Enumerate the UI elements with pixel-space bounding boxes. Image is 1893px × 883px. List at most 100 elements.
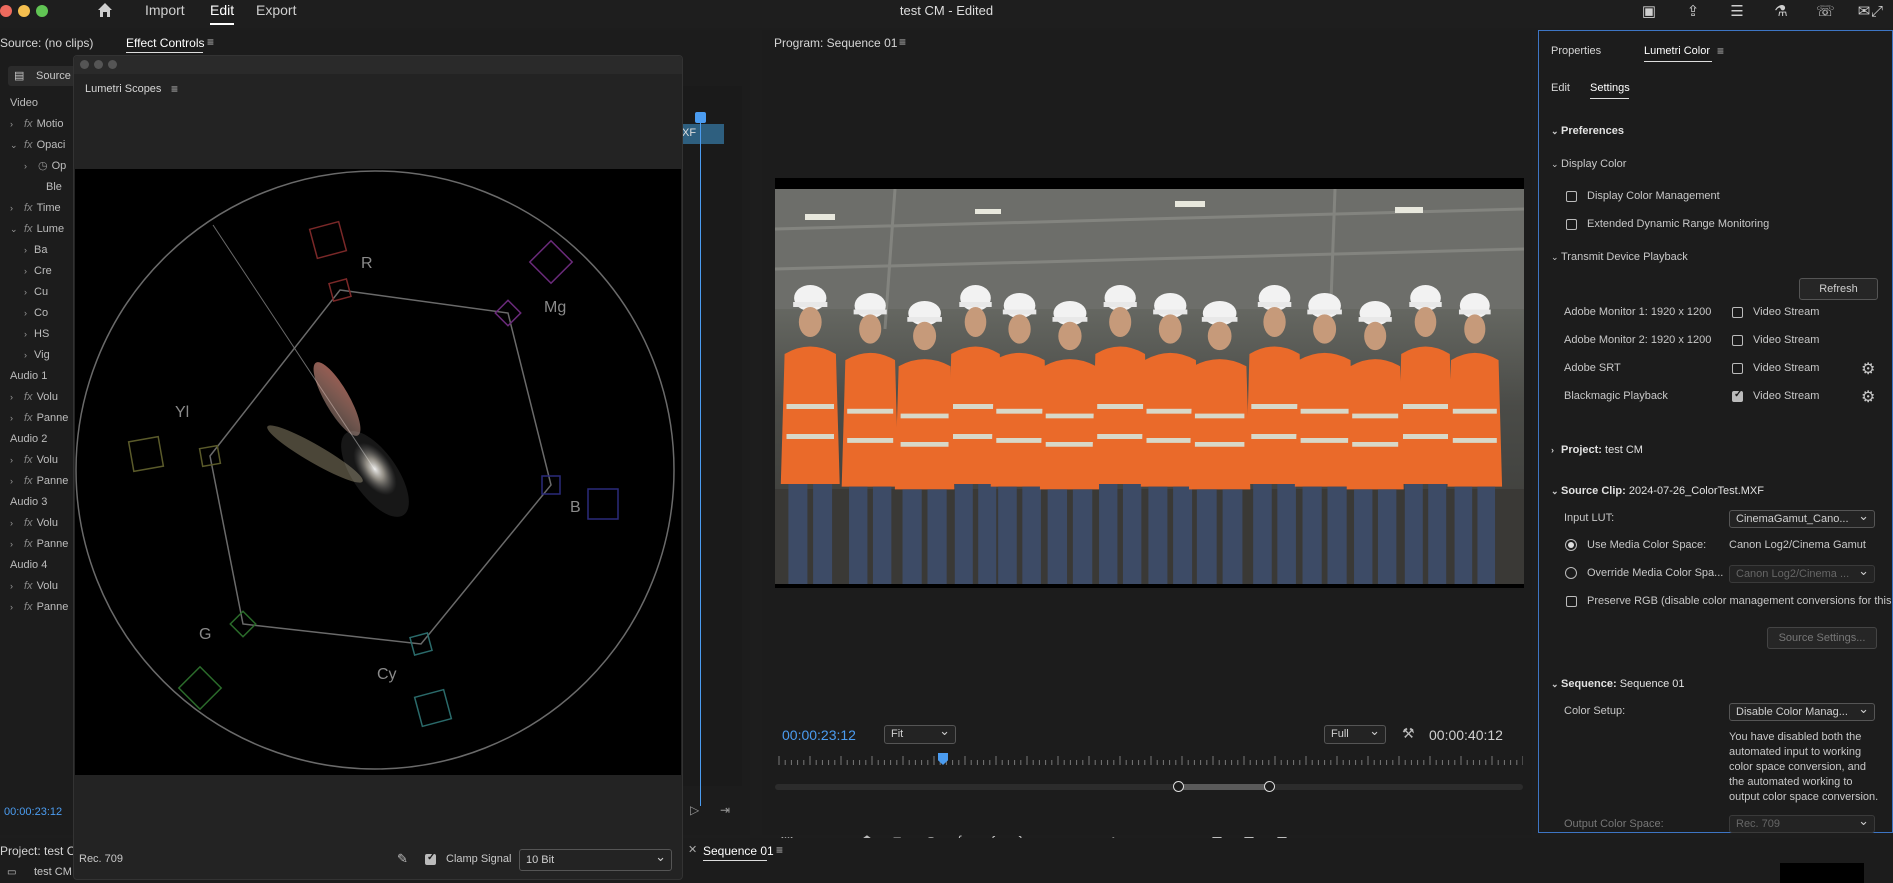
tab-effect-controls[interactable]: Effect Controls bbox=[126, 36, 204, 50]
wrench-icon[interactable]: ✎ bbox=[397, 851, 408, 867]
effect-row[interactable]: › HS bbox=[0, 324, 49, 344]
override-cs-select[interactable]: Canon Log2/Cinema ... bbox=[1729, 565, 1875, 583]
workspace-import[interactable]: Import bbox=[145, 2, 185, 18]
clamp-signal-checkbox[interactable] bbox=[425, 852, 436, 865]
chevron-right-icon[interactable]: › bbox=[24, 303, 34, 323]
chevron-right-icon[interactable]: › bbox=[24, 240, 34, 260]
ec-export-icon[interactable]: ⇥ bbox=[720, 803, 730, 817]
scopes-minimize-button[interactable] bbox=[94, 60, 103, 69]
use-media-cs-radio[interactable] bbox=[1565, 539, 1577, 551]
effect-row[interactable]: › fx Volu bbox=[0, 513, 58, 533]
scopes-title[interactable]: Lumetri Scopes bbox=[85, 83, 161, 95]
chevron-right-icon[interactable]: › bbox=[10, 450, 20, 470]
chevron-right-icon[interactable]: › bbox=[10, 534, 20, 554]
fullscreen-icon[interactable]: ⤢ bbox=[1868, 3, 1886, 21]
ec-playhead-handle[interactable] bbox=[695, 112, 706, 123]
effect-row[interactable]: Audio 4 bbox=[0, 555, 47, 575]
chevron-right-icon[interactable]: › bbox=[10, 576, 20, 596]
effect-row[interactable]: Audio 2 bbox=[0, 429, 47, 449]
chevron-right-icon[interactable]: › bbox=[10, 513, 20, 533]
section-source-clip[interactable]: ⌄ Source Clip: 2024-07-26_ColorTest.MXF bbox=[1551, 485, 1764, 497]
effect-row[interactable]: › Cu bbox=[0, 282, 48, 302]
tab-sequence-01[interactable]: Sequence 01 bbox=[703, 844, 774, 858]
section-preferences[interactable]: ⌄ Preferences bbox=[1551, 125, 1624, 137]
chevron-right-icon[interactable]: › bbox=[24, 282, 34, 302]
source-settings-button[interactable]: Source Settings... bbox=[1767, 627, 1877, 649]
sequence-menu-icon[interactable]: ≡ bbox=[776, 843, 783, 857]
section-transmit[interactable]: ⌄ Transmit Device Playback bbox=[1551, 251, 1688, 263]
close-window-button[interactable] bbox=[0, 5, 12, 17]
feedback-icon[interactable]: ☏ bbox=[1816, 3, 1835, 21]
zoom-select[interactable]: Fit bbox=[884, 725, 956, 744]
effect-row[interactable]: › Vig bbox=[0, 345, 50, 365]
program-menu-icon[interactable]: ≡ bbox=[899, 35, 906, 49]
effect-row[interactable]: Ble bbox=[0, 177, 62, 197]
share-icon[interactable]: ⇪ bbox=[1684, 3, 1702, 21]
subtab-settings[interactable]: Settings bbox=[1590, 82, 1630, 94]
bit-depth-select[interactable]: 10 Bit bbox=[519, 849, 672, 871]
video-stream-checkbox[interactable] bbox=[1732, 335, 1743, 346]
effect-row[interactable]: › fx Motio bbox=[0, 114, 63, 134]
zoom-scrollbar[interactable] bbox=[775, 781, 1523, 792]
chevron-right-icon[interactable]: › bbox=[10, 471, 20, 491]
chevron-right-icon[interactable]: › bbox=[10, 408, 20, 428]
beta-flask-icon[interactable]: ⚗ bbox=[1772, 3, 1790, 21]
chevron-right-icon[interactable]: › bbox=[24, 345, 34, 365]
effect-row[interactable]: Audio 1 bbox=[0, 366, 47, 386]
zoom-scrollbar-thumb[interactable] bbox=[1179, 784, 1270, 790]
program-current-timecode[interactable]: 00:00:23:12 bbox=[782, 727, 856, 743]
video-stream-checkbox[interactable] bbox=[1732, 307, 1743, 318]
effect-row[interactable]: › Ba bbox=[0, 240, 47, 260]
color-setup-select[interactable]: Disable Color Manag... bbox=[1729, 703, 1875, 721]
refresh-button[interactable]: Refresh bbox=[1799, 278, 1878, 300]
chevron-down-icon[interactable]: ⌄ bbox=[10, 135, 20, 155]
scopes-close-button[interactable] bbox=[80, 60, 89, 69]
output-cs-select[interactable]: Rec. 709 bbox=[1729, 815, 1875, 833]
effect-row[interactable]: › Cre bbox=[0, 261, 52, 281]
section-sequence[interactable]: ⌄ Sequence: Sequence 01 bbox=[1551, 678, 1685, 690]
program-video[interactable] bbox=[775, 178, 1524, 588]
chevron-down-icon[interactable]: ⌄ bbox=[10, 219, 20, 239]
video-stream-checkbox[interactable] bbox=[1732, 389, 1743, 402]
edr-checkbox[interactable] bbox=[1566, 219, 1577, 230]
stopwatch-icon[interactable]: ◷ bbox=[38, 160, 48, 172]
effect-row[interactable]: › fx Panne bbox=[0, 471, 68, 491]
effect-row[interactable]: › fx Volu bbox=[0, 450, 58, 470]
ec-timecode[interactable]: 00:00:23:12 bbox=[4, 806, 62, 818]
video-stream-checkbox[interactable] bbox=[1732, 363, 1743, 374]
effect-controls-menu-icon[interactable]: ≡ bbox=[207, 35, 214, 49]
workspace-edit[interactable]: Edit bbox=[210, 2, 235, 25]
ec-playhead[interactable] bbox=[700, 116, 701, 806]
chevron-right-icon[interactable]: › bbox=[10, 198, 20, 218]
home-icon[interactable] bbox=[96, 1, 114, 19]
ec-filter-icon[interactable]: ▷ bbox=[690, 803, 699, 817]
gear-icon[interactable]: ⚙ bbox=[1861, 387, 1875, 407]
override-cs-radio[interactable] bbox=[1565, 567, 1577, 579]
panel-toggle-icon[interactable]: ▣ bbox=[1640, 3, 1658, 21]
section-display-color[interactable]: ⌄ Display Color bbox=[1551, 158, 1626, 170]
program-title[interactable]: Program: Sequence 01 bbox=[774, 36, 897, 50]
chevron-right-icon[interactable]: › bbox=[10, 114, 20, 134]
zoom-handle-right[interactable] bbox=[1264, 781, 1275, 792]
effect-row[interactable]: › fx Panne bbox=[0, 534, 68, 554]
effect-row[interactable]: ⌄ fx Opaci bbox=[0, 135, 65, 155]
input-lut-select[interactable]: CinemaGamut_Cano... bbox=[1729, 510, 1875, 528]
chevron-right-icon[interactable]: › bbox=[24, 156, 34, 176]
workspace-export[interactable]: Export bbox=[256, 2, 296, 18]
effect-row[interactable]: Audio 3 bbox=[0, 492, 47, 512]
effect-row[interactable]: › fx Panne bbox=[0, 597, 68, 617]
effect-row[interactable]: › Co bbox=[0, 303, 48, 323]
time-ruler[interactable] bbox=[775, 752, 1524, 766]
source-panel-title[interactable]: Source: (no clips) bbox=[0, 36, 93, 50]
minimize-window-button[interactable] bbox=[18, 5, 30, 17]
scopes-zoom-button[interactable] bbox=[108, 60, 117, 69]
source-dropdown[interactable]: ▤ Source bbox=[8, 66, 78, 86]
queue-icon[interactable]: ☰ bbox=[1728, 3, 1746, 21]
chevron-right-icon[interactable]: › bbox=[10, 597, 20, 617]
zoom-handle-left[interactable] bbox=[1173, 781, 1184, 792]
chevron-right-icon[interactable]: › bbox=[24, 261, 34, 281]
zoom-window-button[interactable] bbox=[36, 5, 48, 17]
effect-row[interactable]: › fx Time bbox=[0, 198, 61, 218]
tab-properties[interactable]: Properties bbox=[1551, 45, 1601, 57]
section-project[interactable]: › Project: test CM bbox=[1551, 444, 1643, 456]
